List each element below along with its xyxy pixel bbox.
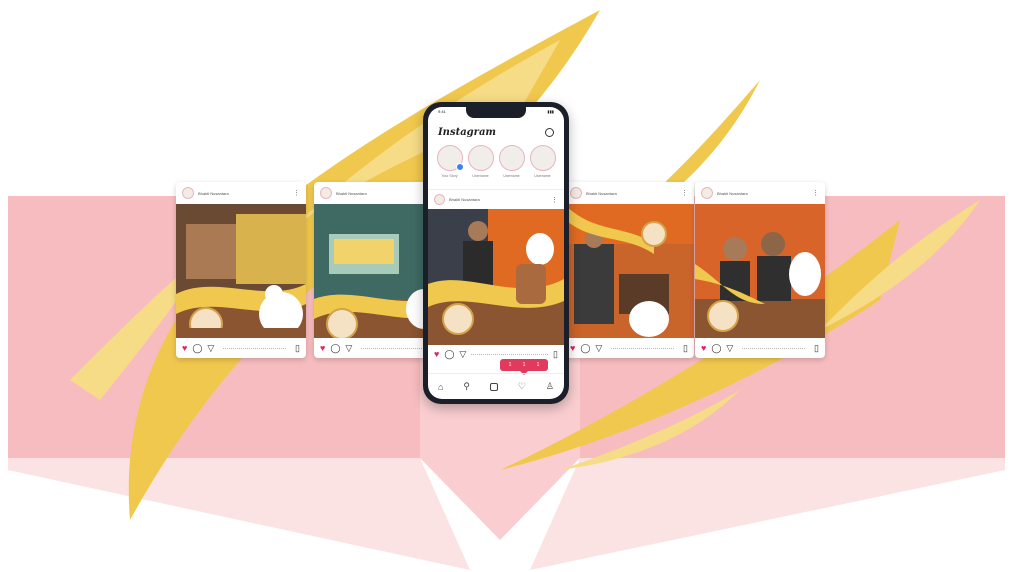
post-username[interactable]: Bhakti Nusantara [336,191,427,196]
carousel-dots [471,353,549,355]
messenger-icon[interactable] [545,127,554,137]
avatar[interactable] [701,187,713,199]
post-image[interactable] [564,204,694,338]
story-item[interactable]: Username [498,145,526,185]
share-icon[interactable]: ▽ [595,343,602,354]
post-actions: ♥ ◯ ▽ ▯ [564,338,694,358]
search-icon[interactable]: ⚲ [463,381,470,392]
story-item[interactable]: Username [529,145,557,185]
more-icon[interactable]: ⋮ [812,190,819,197]
bookmark-icon[interactable]: ▯ [683,343,688,354]
post-card-4[interactable]: Bhakti Nusantara ⋮ ♥ ◯ ▽ ▯ [695,182,825,358]
post-header: Bhakti Nusantara ⋮ [176,182,306,204]
story-avatar[interactable] [436,145,464,171]
feed-post[interactable]: Bhakti Nusantara ⋮ ♥ ◯ ▽ ▯ [428,189,564,363]
comment-icon[interactable]: ◯ [711,343,721,354]
carousel-dots [223,347,287,349]
heart-icon[interactable]: ♥ [182,343,187,353]
avatar[interactable] [320,187,332,199]
avatar[interactable] [570,187,582,199]
bookmark-icon[interactable]: ▯ [553,349,558,360]
story-avatar[interactable] [529,145,556,171]
story-avatar[interactable] [467,145,494,171]
post-header: Bhakti Nusantara ⋮ [695,182,825,204]
post-username[interactable]: Bhakti Nusantara [586,191,677,196]
share-icon[interactable]: ▽ [726,343,733,354]
avatar[interactable] [434,194,445,205]
more-icon[interactable]: ⋮ [681,190,688,197]
post-username[interactable]: Bhakti Nusantara [449,197,547,202]
comment-icon[interactable]: ◯ [330,343,340,354]
phone-notch [466,107,526,118]
story-label: Username [503,174,520,178]
post-username[interactable]: Bhakti Nusantara [198,191,289,196]
post-header: Bhakti Nusantara ⋮ [564,182,694,204]
add-story-icon[interactable] [455,163,464,171]
carousel-dots [611,347,675,349]
story-avatar[interactable] [498,145,525,171]
share-icon[interactable]: ▽ [345,343,352,354]
story-label: Username [472,174,489,178]
post-image[interactable] [428,209,564,345]
post-actions: ♥ ◯ ▽ ▯ [176,338,306,358]
phone-screen: 9:41 ▮▮▮ Instagram Your Story Username U… [428,107,564,399]
signal-icon: ▮▮▮ [547,109,554,114]
heart-icon[interactable]: ♥ [570,343,575,353]
add-post-icon[interactable] [489,382,498,391]
avatar[interactable] [182,187,194,199]
more-icon[interactable]: ⋮ [293,190,300,197]
app-header: Instagram [428,124,564,140]
heart-icon[interactable]: ♥ [434,349,439,359]
story-label: Username [534,174,551,178]
phone-mockup: 9:41 ▮▮▮ Instagram Your Story Username U… [423,102,569,404]
post-header: Bhakti Nusantara ⋮ [428,189,564,209]
carousel-dots [742,347,806,349]
activity-notification[interactable]: 1 1 1 [500,359,548,375]
post-card-1[interactable]: Bhakti Nusantara ⋮ ♥ ◯ ▽ ▯ [176,182,306,358]
post-actions: ♥ ◯ ▽ ▯ [695,338,825,358]
story-item[interactable]: Username [467,145,495,185]
post-card-3[interactable]: Bhakti Nusantara ⋮ ♥ ◯ ▽ ▯ [564,182,694,358]
post-image[interactable] [695,204,825,338]
post-image[interactable] [176,204,306,338]
heart-icon[interactable]: ♥ [701,343,706,353]
bookmark-icon[interactable]: ▯ [295,343,300,354]
share-icon[interactable]: ▽ [207,343,214,354]
home-icon[interactable]: ⌂ [438,382,443,392]
comment-icon[interactable]: ◯ [444,349,454,360]
story-item[interactable]: Your Story [436,145,464,185]
carousel-dots [361,347,425,349]
comment-icon[interactable]: ◯ [580,343,590,354]
stories-bar: Your Story Username Username Username [428,145,564,185]
profile-icon[interactable]: ♙ [546,381,554,392]
post-username[interactable]: Bhakti Nusantara [717,191,808,196]
share-icon[interactable]: ▽ [459,349,466,360]
bookmark-icon[interactable]: ▯ [814,343,819,354]
follows-count: 1 [536,362,540,368]
more-icon[interactable]: ⋮ [551,196,558,204]
bottom-nav: ⌂ ⚲ ♡ ♙ [428,373,564,399]
story-label: Your Story [441,174,458,178]
comments-count: 1 [522,362,526,368]
activity-icon[interactable]: ♡ [518,381,526,392]
heart-icon[interactable]: ♥ [320,343,325,353]
likes-count: 1 [508,362,512,368]
comment-icon[interactable]: ◯ [192,343,202,354]
instagram-logo: Instagram [438,126,496,138]
status-time: 9:41 [438,109,446,114]
